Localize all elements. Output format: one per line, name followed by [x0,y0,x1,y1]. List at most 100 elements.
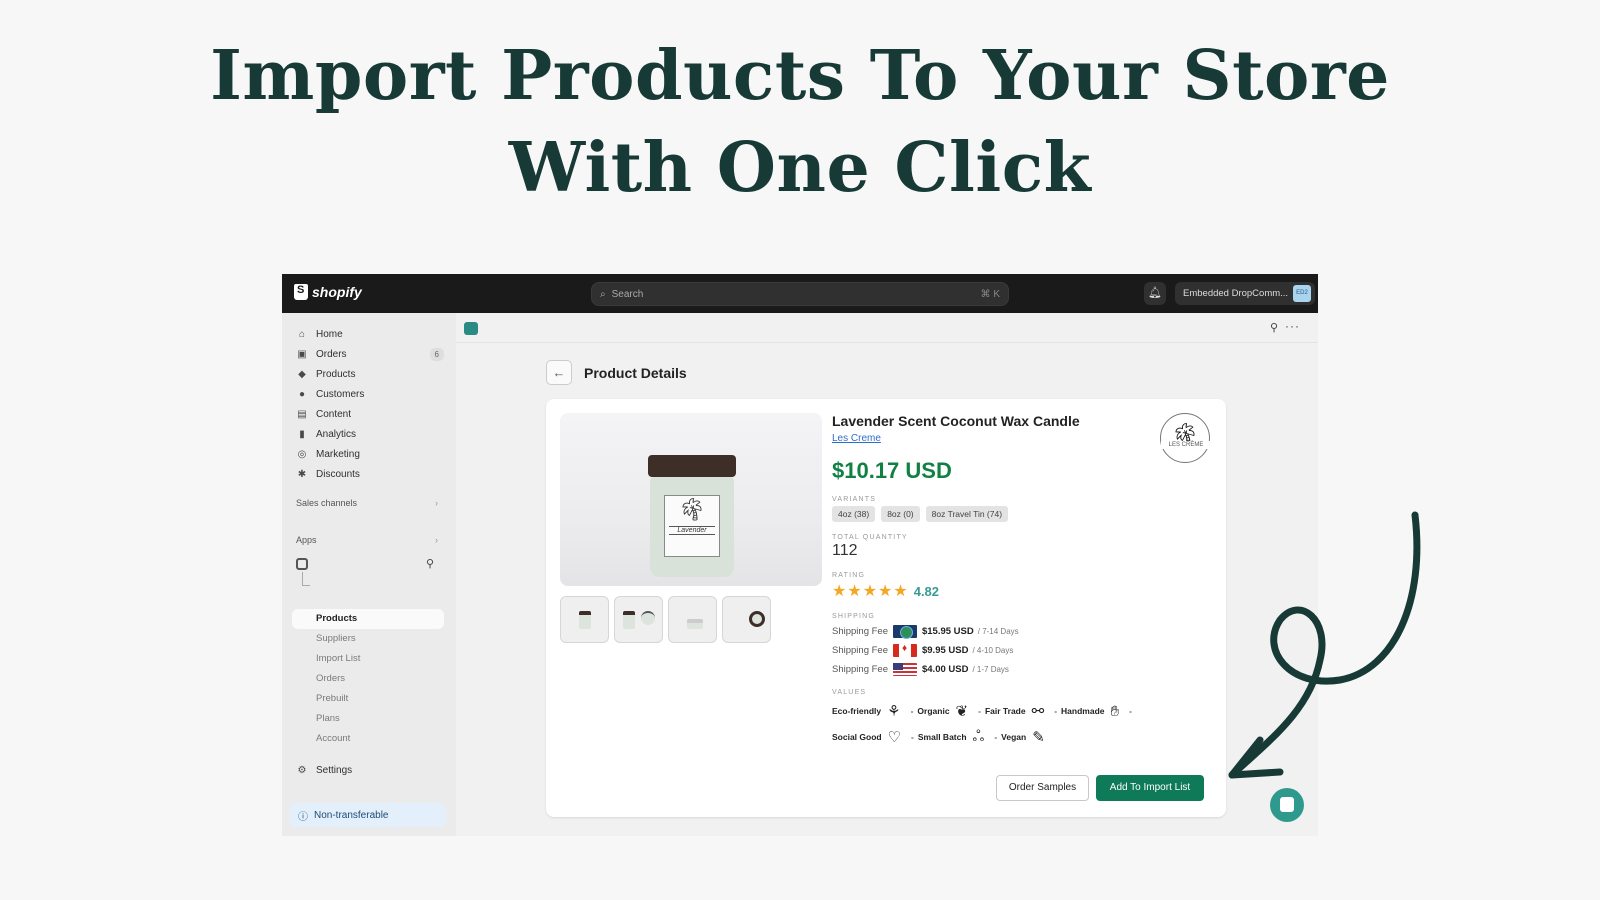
brand-name: shopify [312,284,362,300]
canada-flag-icon [892,643,917,657]
discount-icon: ✱ [297,468,307,480]
thumbnail-1[interactable] [560,596,609,643]
product-main-image[interactable]: 🌴︎ Lavender [560,413,822,586]
shipping-days: / 7-14 Days [977,627,1019,636]
shipping-price: $15.95 USD [921,626,974,637]
product-card: 🌴︎ Lavender 🌴︎ LES CRÈME Lavender Scent Co… [546,399,1226,817]
leaf-icon: ❦ [955,703,969,720]
star-icon: ★ [862,583,878,600]
values-row-1: Eco-friendly ⚘ - Organic ❦ - Fair Trade ⚯ - Ha… [832,702,1132,721]
sidebar-item-marketing[interactable]: ◎ Marketing [296,445,444,463]
sidebar-item-orders[interactable]: ▣ Orders 6 [296,345,444,363]
banner-label: Non-transferable [314,809,389,821]
active-subitem-bg [292,609,444,629]
sidebar-item-label: Customers [316,388,365,400]
app-icon[interactable] [296,558,308,570]
search-shortcut: ⌘ K [980,288,1000,300]
app-header: ⚲ ··· [456,313,1318,343]
product-price: $10.17 USD [832,458,952,483]
star-icon: ★ [893,583,908,600]
sidebar-item-customers[interactable]: ● Customers [296,385,444,403]
person-icon: ● [298,388,306,400]
sales-channels-section[interactable]: Sales channels › [296,498,438,508]
carrot-icon: ✎ [1032,729,1045,746]
arrow-left-icon: ← [552,365,566,380]
more-options-icon[interactable]: ··· [1285,319,1300,333]
hand-icon: ✋︎ [1110,702,1120,720]
headline: Import Products To Your Store With One C… [0,30,1600,214]
headline-line-2: With One Click [508,128,1092,208]
sidebar-item-label: Home [316,328,343,340]
search-input[interactable]: ⌕ Search ⌘ K [591,282,1009,306]
app-subitem-products[interactable]: Products [316,613,357,624]
app-box-icon[interactable] [464,322,478,335]
total-quantity-label: TOTAL QUANTITY [832,534,908,541]
rating-label: RATING [832,572,866,579]
pin-icon[interactable]: ⚲ [1270,321,1278,334]
thumbnail-3[interactable] [668,596,717,643]
home-icon: ⌂ [298,328,306,340]
app-subitem-suppliers[interactable]: Suppliers [316,633,356,644]
app-subitem-plans[interactable]: Plans [316,713,340,724]
shopify-logo[interactable]: shopify [294,284,362,300]
product-name: Lavender Scent Coconut Wax Candle [832,413,1080,429]
app-subitem-account[interactable]: Account [316,733,350,744]
apps-section[interactable]: Apps › [296,535,438,545]
value-label: Fair Trade [984,706,1026,716]
app-subitem-orders[interactable]: Orders [316,673,345,684]
shipping-row: Shipping Fee $15.95 USD/ 7-14 Days [832,624,1212,639]
sidebar-item-label: Marketing [316,448,360,460]
thumbnail-strip [560,596,771,643]
store-avatar: ED2 [1293,285,1311,302]
values-row-2: Social Good ♡ - Small Batch ஃ - Vegan ✎ [832,727,1045,747]
non-transferable-banner[interactable]: ⓘ Non-transferable [290,803,446,827]
usa-flag-icon [892,663,917,676]
store-switcher[interactable]: Embedded DropComm... ED2 [1175,282,1315,305]
section-label: Apps [296,535,317,545]
orders-count-badge: 6 [429,347,444,361]
sidebar-item-label: Settings [316,764,353,776]
sidebar-item-home[interactable]: ⌂ Home [296,325,444,343]
app-subitem-prebuilt[interactable]: Prebuilt [316,693,348,704]
vendor-link[interactable]: Les Creme [832,433,1212,444]
pin-icon[interactable]: ⚲ [426,557,434,570]
notifications-bell-icon[interactable]: 🔔︎ [1144,282,1166,305]
variant-chip[interactable]: 4oz (38) [832,506,876,522]
sidebar-item-products[interactable]: ◆ Products [296,365,444,383]
order-samples-button[interactable]: Order Samples [996,775,1089,801]
value-label: Social Good [832,732,882,742]
tag-icon: ◆ [298,368,306,380]
content-icon: ▤ [297,408,307,420]
sidebar-item-settings[interactable]: ⚙ Settings [296,761,444,779]
sidebar-item-label: Content [316,408,352,420]
variant-chip[interactable]: 8oz (0) [881,506,920,522]
page-title: Product Details [584,365,687,381]
sidebar-item-discounts[interactable]: ✱ Discounts [296,465,444,483]
shipping-row: Shipping Fee $4.00 USD/ 1-7 Days [832,662,1212,677]
shipping-fee-label: Shipping Fee [832,626,888,637]
gear-icon: ⚙ [297,764,307,776]
total-quantity-value: 112 [832,542,858,559]
bar-chart-icon: ▮ [299,428,305,440]
add-to-import-list-button[interactable]: Add To Import List [1096,775,1204,801]
variant-chip[interactable]: 8oz Travel Tin (74) [925,506,1009,522]
thumbnail-4[interactable] [722,596,771,643]
star-icon: ★ [847,583,862,600]
tree-connector [302,572,310,586]
thumbnail-2[interactable] [614,596,663,643]
rating-value: 4.82 [913,583,940,599]
sidebar-item-content[interactable]: ▤ Content [296,405,444,423]
chat-support-button[interactable] [1270,788,1304,822]
search-icon: ⌕ [600,288,606,300]
info-icon: ⓘ [298,811,308,823]
store-name: Embedded DropComm... [1183,288,1289,299]
search-placeholder: Search [611,288,644,300]
shipping-fee-label: Shipping Fee [832,645,888,656]
app-subitem-import-list[interactable]: Import List [316,653,360,664]
sidebar-item-analytics[interactable]: ▮ Analytics [296,425,444,443]
back-button[interactable]: ← [546,360,572,385]
handshake-icon: ⚯ [1031,703,1045,720]
section-label: Sales channels [296,498,358,508]
value-label: Organic [917,706,950,716]
orders-icon: ▣ [297,348,307,360]
